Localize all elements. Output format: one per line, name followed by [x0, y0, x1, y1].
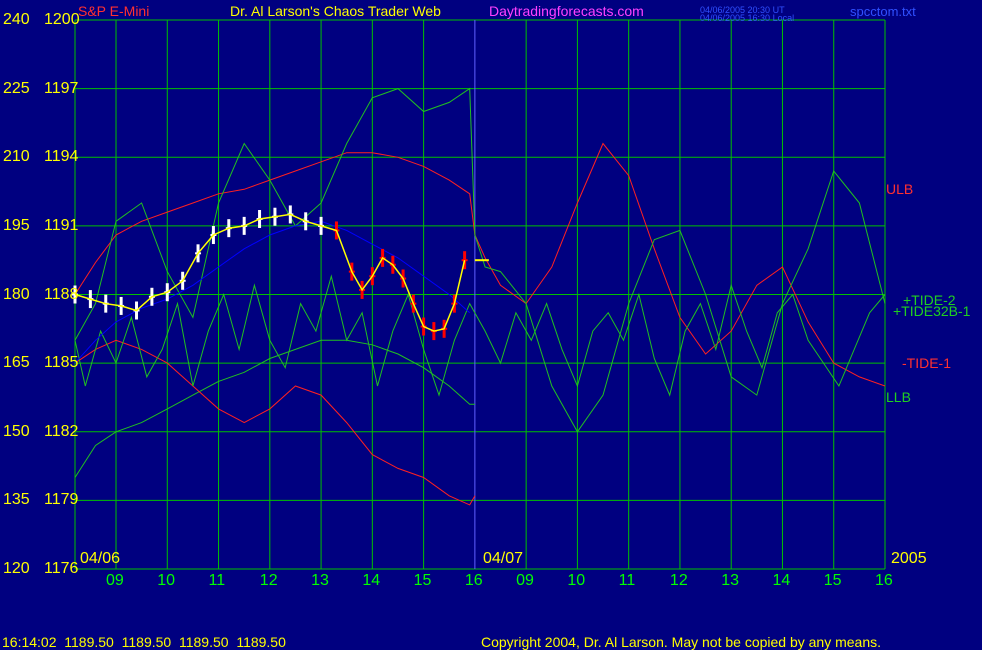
instrument-label: S&P E-Mini [78, 3, 150, 19]
price-tick-label: 1176 [44, 560, 79, 577]
x-tick-label: 14 [362, 572, 381, 589]
y-tick-label: 150 [3, 422, 30, 440]
price-tick-label: 1188 [44, 285, 79, 303]
llb-label: LLB [886, 389, 911, 405]
last-quote: 16:14:02 1189.50 1189.50 1189.50 1189.50 [2, 634, 286, 650]
y-tick-label: 225 [3, 79, 30, 97]
series-line-blue-band [74, 220, 471, 364]
price-tick-label: 1194 [44, 148, 79, 166]
price-tick-label: 1182 [44, 422, 79, 440]
series-line-llb [74, 339, 475, 478]
x-tick-label: 10 [157, 572, 176, 589]
price-tick-label: 1185 [44, 354, 79, 372]
tide-1-label: -TIDE-1 [902, 355, 951, 371]
copyright: Copyright 2004, Dr. Al Larson. May not b… [481, 634, 882, 650]
date-label-start: 04/06 [80, 550, 121, 567]
series-line-ulb [74, 142, 886, 387]
date-label-next: 04/07 [483, 550, 524, 567]
y-tick-label: 165 [3, 354, 30, 372]
price-tick-label: 1200 [44, 11, 80, 28]
x-tick-label: 09 [516, 572, 534, 589]
series-line--tide-1 [74, 339, 476, 506]
y-tick-label: 180 [3, 285, 30, 303]
site-link[interactable]: Daytradingforecasts.com [489, 4, 644, 18]
x-tick-label: 13 [721, 572, 739, 589]
y-tick-label: 195 [3, 216, 30, 234]
chart-title: Dr. Al Larson's Chaos Trader Web [230, 3, 441, 19]
x-tick-label: 12 [669, 572, 688, 589]
file-name: spcctom.txt [850, 4, 916, 19]
y-tick-label: 135 [3, 491, 30, 509]
plot-series [74, 87, 886, 506]
x-tick-label: 15 [413, 572, 432, 589]
x-tick-label: 15 [823, 572, 842, 589]
y-tick-label: 240 [3, 11, 30, 28]
x-tick-label: 11 [208, 572, 226, 589]
price-tick-label: 1179 [44, 491, 79, 509]
x-tick-label: 09 [106, 572, 124, 589]
x-tick-label: 14 [772, 572, 791, 589]
x-tick-label: 11 [618, 572, 636, 589]
x-tick-label: 16 [875, 572, 893, 589]
x-tick-label: 10 [567, 572, 586, 589]
price-tick-label: 1197 [44, 79, 79, 97]
y-tick-label: 120 [3, 560, 30, 577]
tide32b-1-label: +TIDE32B-1 [893, 303, 971, 319]
year-label: 2005 [891, 550, 927, 567]
x-tick-label: 16 [464, 572, 483, 589]
local-timestamp: 04/06/2005 16:30 Local [700, 13, 795, 23]
x-tick-label: 12 [259, 572, 278, 589]
x-tick-label: 13 [311, 572, 329, 589]
price-tick-label: 1191 [44, 216, 79, 234]
ulb-label: ULB [886, 181, 914, 197]
y-tick-label: 210 [3, 148, 30, 166]
grid-lines [74, 19, 886, 570]
